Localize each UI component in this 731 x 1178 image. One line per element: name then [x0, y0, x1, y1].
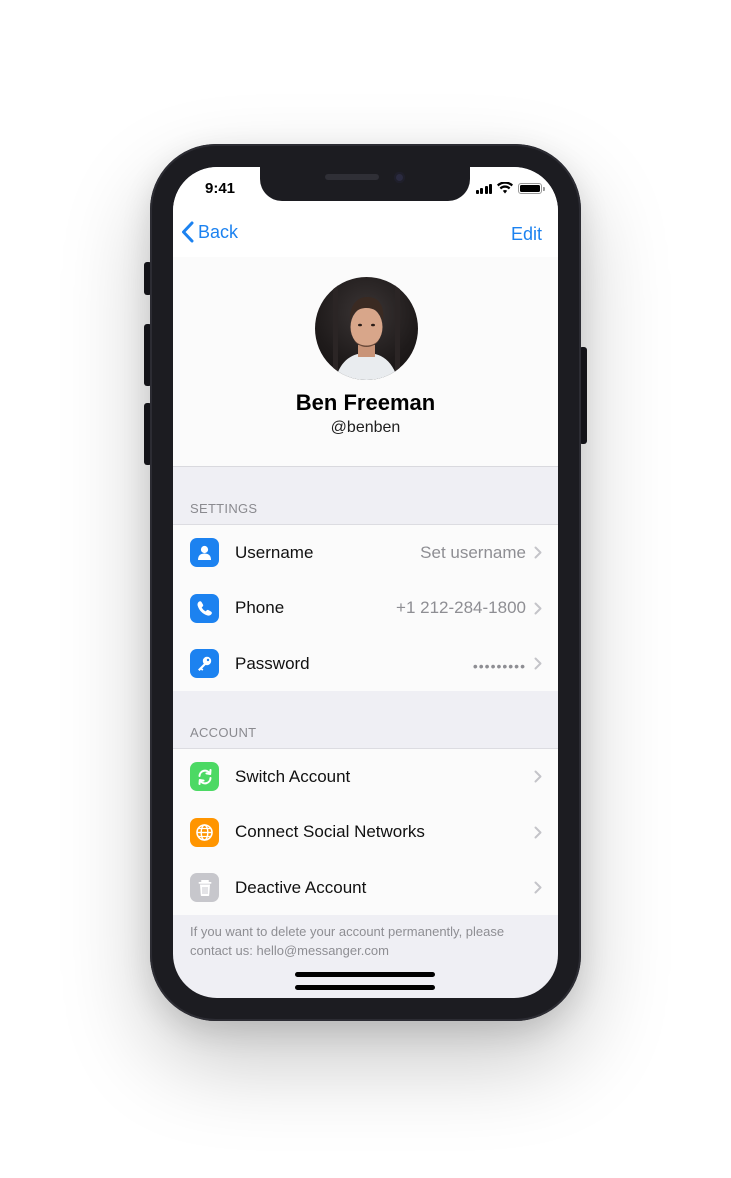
settings-row-password[interactable]: Password •••••••••	[173, 636, 558, 692]
account-footnote: If you want to delete your account perma…	[190, 924, 505, 958]
chevron-left-icon	[182, 221, 194, 243]
row-label: Phone	[235, 598, 285, 618]
chevron-right-icon	[534, 602, 542, 614]
trash-icon	[190, 873, 219, 902]
back-button[interactable]: Back	[181, 221, 238, 243]
row-label: Password	[235, 653, 310, 673]
globe-icon	[190, 817, 219, 847]
settings-row-phone[interactable]: Phone +1 212-284-1800	[173, 581, 558, 637]
account-row-social[interactable]: Connect Social Networks	[173, 805, 558, 861]
phone-icon	[190, 593, 219, 623]
row-value: +1 212-284-1800	[396, 598, 526, 618]
row-label: Username	[235, 542, 314, 562]
back-label: Back	[198, 221, 239, 242]
settings-section-header: SETTINGS	[190, 501, 258, 516]
row-value: Set username	[420, 542, 526, 562]
profile-header: Ben Freeman @benben	[173, 257, 558, 467]
wifi-icon	[497, 182, 513, 194]
status-time: 9:41	[205, 180, 236, 197]
key-icon	[190, 649, 219, 678]
settings-group: Username Set username Phone +1 212-284-1…	[173, 524, 558, 691]
edit-button[interactable]: Edit	[511, 224, 542, 245]
battery-icon	[518, 183, 545, 194]
home-indicator-secondary	[295, 985, 435, 990]
chevron-right-icon	[534, 657, 542, 670]
navigation-bar: Back Edit	[173, 211, 558, 257]
stage: 9:41 Back Edit Ben Freeman @benben SETTI…	[0, 0, 731, 1178]
front-camera	[394, 172, 405, 183]
row-label: Deactive Account	[235, 877, 367, 897]
chevron-right-icon	[534, 546, 542, 559]
account-row-deactivate[interactable]: Deactive Account	[173, 860, 558, 916]
avatar[interactable]	[315, 277, 418, 380]
chevron-right-icon	[534, 881, 542, 894]
person-icon	[190, 538, 219, 567]
profile-handle: @benben	[330, 419, 401, 436]
avatar-photo	[333, 277, 400, 380]
settings-row-username[interactable]: Username Set username	[173, 525, 558, 581]
account-section-header: ACCOUNT	[190, 725, 257, 740]
row-label: Switch Account	[235, 766, 351, 786]
phone-screen: 9:41 Back Edit Ben Freeman @benben SETTI…	[173, 167, 558, 998]
account-group: Switch Account Connect Social Networks D…	[173, 748, 558, 915]
row-label: Connect Social Networks	[235, 822, 425, 842]
chevron-right-icon	[534, 826, 542, 838]
notch	[260, 167, 470, 201]
switch-icon	[190, 762, 219, 791]
home-indicator[interactable]	[295, 972, 435, 977]
profile-name: Ben Freeman	[295, 390, 436, 415]
password-dots: •••••••••	[472, 658, 526, 674]
account-row-switch[interactable]: Switch Account	[173, 749, 558, 805]
speaker-grille	[325, 174, 379, 180]
status-icons	[475, 182, 545, 194]
cellular-signal-icon	[475, 183, 492, 194]
chevron-right-icon	[534, 770, 542, 783]
